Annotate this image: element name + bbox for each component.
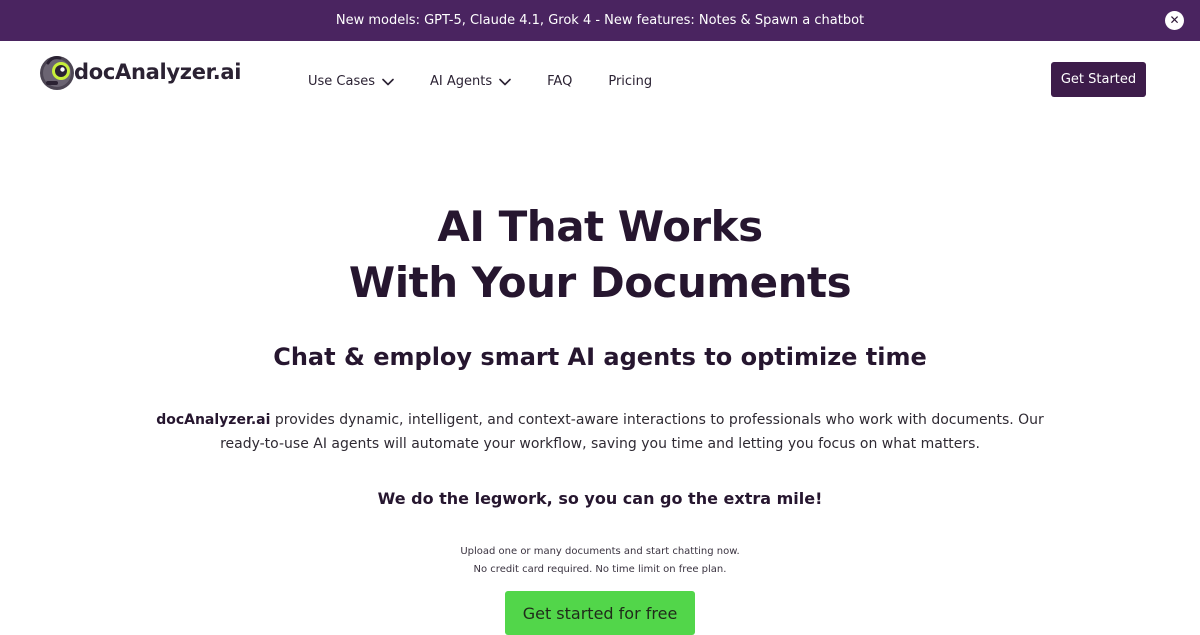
hero-title: AI That Works With Your Documents (0, 199, 1200, 311)
logo-link[interactable]: docAnalyzer.ai (38, 53, 241, 91)
hero-description: docAnalyzer.ai provides dynamic, intelli… (140, 408, 1060, 456)
brand-name: docAnalyzer.ai (156, 412, 271, 428)
signup-note-line-1: Upload one or many documents and start c… (460, 546, 740, 557)
signup-note: Upload one or many documents and start c… (0, 543, 1200, 579)
top-navigation: docAnalyzer.ai Use Cases AI Agents FAQ P… (0, 41, 1200, 121)
nav-item-use-cases[interactable]: Use Cases (308, 74, 394, 89)
nav-item-faq[interactable]: FAQ (547, 74, 572, 89)
get-started-free-button[interactable]: Get started for free (505, 591, 695, 635)
nav-item-label: FAQ (547, 74, 573, 89)
nav-item-ai-agents[interactable]: AI Agents (430, 74, 511, 89)
hero-subtitle: Chat & employ smart AI agents to optimiz… (273, 343, 927, 371)
nav-links: Use Cases AI Agents FAQ Pricing (308, 74, 688, 89)
hero-title-line-1: AI That Works (437, 202, 763, 251)
announcement-text: New models: GPT-5, Claude 4.1, Grok 4 - … (335, 13, 865, 28)
signup-note-line-2: No credit card required. No time limit o… (473, 564, 727, 575)
chevron-down-icon (499, 78, 511, 85)
logo-text: docAnalyzer.ai (74, 60, 242, 84)
get-started-button[interactable]: Get Started (1051, 62, 1146, 97)
nav-item-label: Pricing (608, 74, 653, 89)
announcement-bar: New models: GPT-5, Claude 4.1, Grok 4 - … (0, 0, 1200, 41)
nav-item-label: AI Agents (430, 74, 493, 89)
nav-item-label: Use Cases (308, 74, 376, 89)
hero-tagline: We do the legwork, so you can go the ext… (377, 489, 823, 508)
chevron-down-icon (382, 78, 394, 85)
description-text: provides dynamic, intelligent, and conte… (220, 412, 1044, 452)
hero-title-line-2: With Your Documents (348, 258, 852, 307)
nav-item-pricing[interactable]: Pricing (608, 74, 652, 89)
close-icon[interactable]: ✕ (1165, 11, 1184, 30)
robot-head-logo-icon (40, 56, 74, 90)
